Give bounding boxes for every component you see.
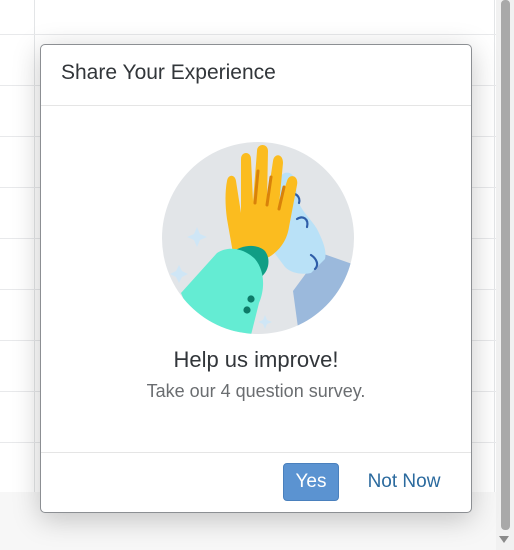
high-five-illustration-icon [162,142,354,334]
dialog-subtext: Take our 4 question survey. [146,381,366,401]
yes-button[interactable]: Yes [283,463,339,501]
grid-column-divider [34,0,35,492]
dialog-headline: Help us improve! [173,347,339,372]
grid-column-divider [494,0,495,492]
feedback-dialog: Share Your Experience Help us improve! T… [40,44,472,513]
grid-row-divider [0,34,496,35]
dialog-header: Share Your Experience [41,45,471,106]
scrollbar-thumb[interactable] [501,0,510,530]
dialog-title: Share Your Experience [61,61,276,84]
not-now-button[interactable]: Not Now [355,463,453,501]
scroll-down-arrow-icon[interactable] [499,536,509,543]
dialog-footer: Yes Not Now [41,452,471,512]
